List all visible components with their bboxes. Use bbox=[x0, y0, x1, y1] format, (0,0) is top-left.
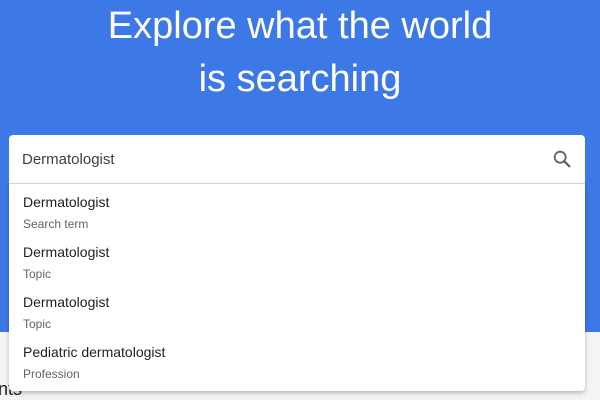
suggestion-item[interactable]: Dermatologist Topic bbox=[9, 234, 585, 284]
suggestion-title: Dermatologist bbox=[23, 294, 110, 310]
suggestion-type: Search term bbox=[23, 217, 89, 231]
suggestion-item[interactable]: Dermatologist Topic bbox=[9, 284, 585, 334]
suggestion-title: Dermatologist bbox=[23, 244, 110, 260]
search-icon[interactable] bbox=[551, 148, 573, 170]
suggestion-type: Topic bbox=[23, 267, 52, 281]
suggestion-item[interactable]: Pediatric dermatologist Profession bbox=[9, 334, 585, 384]
suggestion-type: Topic bbox=[23, 317, 52, 331]
suggestion-title: Dermatologist bbox=[23, 194, 110, 210]
search-input[interactable] bbox=[22, 135, 522, 183]
headline-line-1: Explore what the world bbox=[107, 5, 493, 47]
suggestion-title: Pediatric dermatologist bbox=[23, 344, 166, 360]
headline-line-2: is searching bbox=[198, 58, 402, 100]
suggestion-item[interactable]: Dermatologist Search term bbox=[9, 184, 585, 234]
search-bar[interactable] bbox=[9, 135, 585, 184]
page-title: Explore what the world is searching bbox=[0, 0, 600, 106]
autocomplete-dropdown: Dermatologist Search term Dermatologist … bbox=[9, 184, 585, 391]
suggestion-type: Profession bbox=[23, 367, 80, 381]
